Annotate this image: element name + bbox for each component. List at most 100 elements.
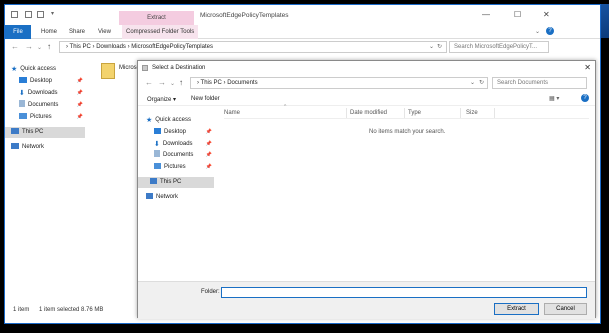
- sort-caret-icon: ^: [284, 104, 287, 110]
- dialog-search-input[interactable]: Search Documents: [492, 77, 587, 89]
- dialog-toolbar: Organize ▾ New folder ▦ ▾ ?: [138, 92, 595, 106]
- address-row: ← → ⌄ ↑ › This PC › Downloads › Microsof…: [5, 39, 600, 55]
- dialog-title: Select a Destination: [152, 65, 206, 71]
- window-title: MicrosoftEdgePolicyTemplates: [200, 12, 289, 19]
- help-icon[interactable]: ?: [581, 94, 589, 102]
- column-header: Name ^ Date modified Type Size: [224, 104, 589, 119]
- dialog-icon: [142, 65, 148, 71]
- network-icon: [11, 143, 19, 149]
- address-dropdown-icon[interactable]: ⌄: [470, 79, 475, 86]
- back-icon[interactable]: ←: [11, 42, 19, 51]
- title-bar: ▾ Extract MicrosoftEdgePolicyTemplates —…: [5, 5, 600, 25]
- column-divider[interactable]: [460, 108, 461, 118]
- back-icon[interactable]: ←: [145, 78, 153, 87]
- pin-icon: 📌: [76, 78, 83, 84]
- nav-downloads[interactable]: ⬇ Downloads 📌: [154, 139, 214, 150]
- documents-icon: [19, 100, 25, 107]
- ribbon-tabs: File Home Share View Compressed Folder T…: [5, 25, 600, 39]
- nav-quick-access[interactable]: ★ Quick access: [11, 64, 85, 75]
- nav-pictures[interactable]: Pictures 📌: [19, 112, 85, 123]
- column-divider[interactable]: [494, 108, 495, 118]
- pictures-icon: [154, 163, 161, 169]
- column-divider[interactable]: [404, 108, 405, 118]
- nav-desktop[interactable]: Desktop 📌: [154, 127, 214, 138]
- help-icon[interactable]: ?: [546, 27, 554, 35]
- new-folder-button[interactable]: New folder: [191, 96, 220, 102]
- item-count: 1 item: [13, 307, 30, 313]
- column-type[interactable]: Type: [408, 110, 421, 116]
- nav-pictures[interactable]: Pictures 📌: [154, 162, 214, 173]
- navigation-pane: ★ Quick access Desktop 📌 ⬇ Downloads 📌 Docum…: [5, 57, 85, 297]
- network-icon: [146, 193, 153, 199]
- pin-icon: 📌: [76, 114, 83, 120]
- nav-downloads[interactable]: ⬇ Downloads 📌: [19, 88, 85, 99]
- tab-compressed-folder-tools[interactable]: Compressed Folder Tools: [122, 25, 199, 39]
- nav-documents[interactable]: Documents 📌: [19, 100, 85, 111]
- download-arrow-icon: ⬇: [154, 141, 160, 148]
- address-bar[interactable]: › This PC › Downloads › MicrosoftEdgePol…: [59, 41, 447, 53]
- pin-icon: 📌: [205, 141, 212, 147]
- minimize-icon[interactable]: —: [482, 10, 490, 19]
- column-divider[interactable]: [346, 108, 347, 118]
- dialog-title-bar: Select a Destination ✕: [138, 61, 595, 75]
- refresh-icon[interactable]: ↻: [479, 79, 484, 86]
- folder-icon: [11, 11, 18, 18]
- cancel-button[interactable]: Cancel: [544, 303, 587, 315]
- column-date-modified[interactable]: Date modified: [350, 110, 387, 116]
- folder-label: Folder:: [201, 289, 220, 295]
- zip-folder-icon[interactable]: [101, 63, 115, 79]
- up-icon[interactable]: ↑: [47, 42, 51, 51]
- column-name[interactable]: Name: [224, 110, 240, 116]
- organize-button[interactable]: Organize ▾: [147, 96, 176, 103]
- ribbon-expand-icon[interactable]: ⌄: [535, 28, 540, 35]
- status-bar: 1 item 1 item selected 8.76 MB: [13, 307, 103, 313]
- column-size[interactable]: Size: [466, 110, 478, 116]
- tab-home[interactable]: Home: [41, 25, 57, 39]
- close-icon[interactable]: ✕: [584, 63, 591, 72]
- pin-icon: 📌: [76, 90, 83, 96]
- tab-view[interactable]: View: [98, 25, 111, 39]
- tab-share[interactable]: Share: [69, 25, 85, 39]
- nav-desktop[interactable]: Desktop 📌: [19, 76, 85, 87]
- nav-network[interactable]: Network: [11, 142, 85, 153]
- nav-network[interactable]: Network: [146, 192, 216, 203]
- folder-input[interactable]: [221, 287, 587, 298]
- download-arrow-icon: ⬇: [19, 90, 25, 97]
- dialog-footer: Folder: Extract Cancel: [138, 281, 595, 319]
- nav-quick-access[interactable]: ★ Quick access: [146, 115, 216, 126]
- qat-dropdown-icon[interactable]: ▾: [51, 10, 54, 17]
- pin-icon: 📌: [205, 164, 212, 170]
- pin-icon: 📌: [205, 129, 212, 135]
- breadcrumb[interactable]: › This PC › Downloads › MicrosoftEdgePol…: [66, 44, 213, 50]
- properties-icon[interactable]: [25, 11, 32, 18]
- tab-file[interactable]: File: [5, 25, 31, 39]
- nav-this-pc[interactable]: This PC: [5, 127, 85, 138]
- pin-icon: 📌: [76, 102, 83, 108]
- extract-contextual-tab[interactable]: Extract: [119, 11, 194, 25]
- close-icon[interactable]: ✕: [543, 10, 550, 19]
- dialog-navigation-pane: ★ Quick access Desktop 📌 ⬇ Downloads 📌 Docum…: [138, 106, 216, 282]
- address-dropdown-icon[interactable]: ⌄: [429, 43, 434, 50]
- recent-dropdown-icon[interactable]: ⌄: [170, 80, 175, 87]
- recent-dropdown-icon[interactable]: ⌄: [37, 44, 42, 51]
- dialog-address-bar[interactable]: › This PC › Documents: [190, 77, 488, 89]
- dialog-address-row: ← → ⌄ ↑ › This PC › Documents ⌄ ↻ Search…: [138, 75, 595, 91]
- refresh-icon[interactable]: ↻: [437, 43, 442, 50]
- breadcrumb[interactable]: › This PC › Documents: [197, 80, 258, 86]
- new-folder-icon[interactable]: [37, 11, 44, 18]
- documents-icon: [154, 150, 160, 157]
- forward-icon[interactable]: →: [158, 78, 166, 87]
- star-icon: ★: [11, 66, 18, 73]
- maximize-icon[interactable]: ☐: [514, 10, 521, 19]
- select-destination-dialog: Select a Destination ✕ ← → ⌄ ↑ › This PC…: [137, 60, 596, 319]
- view-options-icon[interactable]: ▦ ▾: [549, 95, 559, 102]
- nav-documents[interactable]: Documents 📌: [154, 150, 214, 161]
- desktop-icon: [19, 77, 27, 83]
- nav-this-pc[interactable]: This PC: [138, 177, 214, 188]
- forward-icon[interactable]: →: [25, 42, 33, 51]
- up-icon[interactable]: ↑: [179, 78, 183, 87]
- pictures-icon: [19, 113, 27, 119]
- empty-folder-message: No items match your search.: [369, 129, 446, 135]
- search-input[interactable]: Search MicrosoftEdgePolicyT...: [449, 41, 549, 53]
- extract-button[interactable]: Extract: [494, 303, 539, 315]
